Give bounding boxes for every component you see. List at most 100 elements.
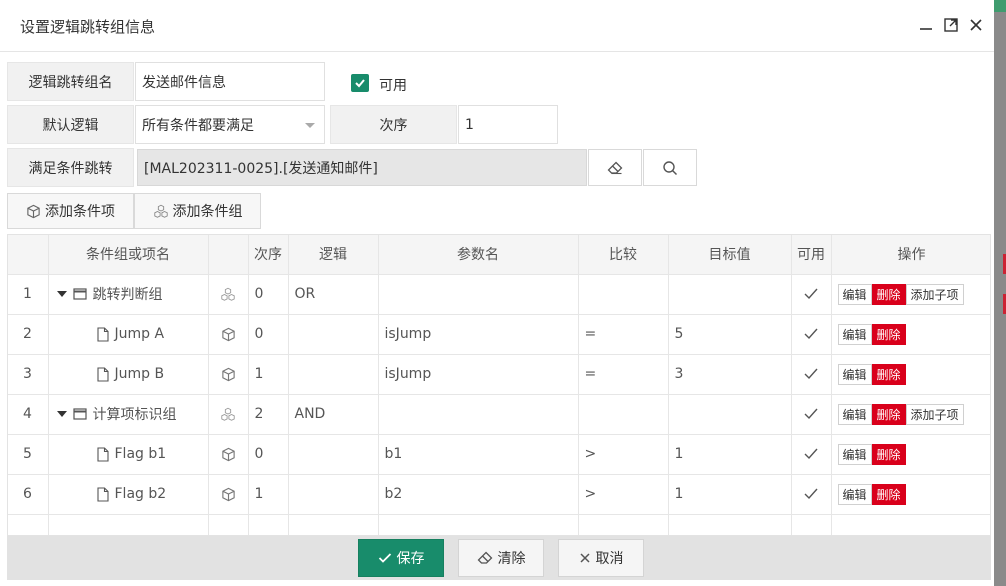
row-name-cell[interactable]: Flag b2 [48,474,209,515]
row-order: 1 [248,354,289,395]
row-name-cell[interactable]: Jump B [48,354,209,395]
search-jump-button[interactable] [643,149,697,186]
delete-button[interactable]: 删除 [871,323,906,345]
conditions-grid: 条件组或项名 次序 逻辑 参数名 比较 目标值 可用 操作 1 跳转判断组 0 OR 编… [7,234,991,536]
file-icon [96,326,109,342]
edit-button[interactable]: 编辑 [837,483,872,505]
row-type-cell [208,474,249,515]
clear-button[interactable]: 清除 [458,539,544,577]
col-header-compare[interactable]: 比较 [578,235,669,275]
row-logic [288,354,379,395]
edit-button[interactable]: 编辑 [837,403,872,425]
table-row[interactable]: 6 Flag b2 1 b2 >1 编辑 删除 [8,474,990,515]
check-icon [803,407,819,421]
group-folder-icon [72,408,87,420]
default-logic-value: 所有条件都要满足 [142,117,254,134]
delete-button[interactable]: 删除 [871,443,906,465]
row-param [378,274,579,315]
table-row[interactable]: 1 跳转判断组 0 OR 编辑 删除 添加子项 [8,274,990,315]
row-index: 3 [8,354,49,395]
file-icon [96,366,109,382]
row-target: 3 [668,354,792,395]
order-input[interactable]: 1 [458,105,558,144]
edit-button[interactable]: 编辑 [837,443,872,465]
add-child-button[interactable]: 添加子项 [905,403,964,425]
table-row[interactable]: 2 Jump A 0 isJump = 5 编辑 删除 [8,314,990,355]
table-row[interactable]: 4 计算项标识组 2 AND 编辑 删除 添加子项 [8,394,990,435]
row-compare: = [578,314,669,355]
cube-icon [221,487,236,502]
col-header-target[interactable]: 目标值 [668,235,792,275]
save-button[interactable]: 保存 [358,539,444,577]
cube-icon [27,204,40,218]
delete-button[interactable]: 删除 [871,363,906,385]
search-icon [663,160,678,175]
jump-target-input: [MAL202311-0025].[发送通知邮件] [137,149,587,186]
col-header-name[interactable]: 条件组或项名 [48,235,209,275]
expand-caret-icon[interactable] [56,290,67,298]
edit-button[interactable]: 编辑 [837,363,872,385]
table-row[interactable]: 3 Jump B 1 isJump = 3 编辑 删除 [8,354,990,395]
default-logic-select[interactable]: 所有条件都要满足 [135,105,325,144]
row-param: b2 [378,474,579,515]
row-index: 4 [8,394,49,435]
row-logic [288,434,379,475]
check-icon [803,367,819,381]
row-index: 5 [8,434,49,475]
col-header-enabled[interactable]: 可用 [791,235,832,275]
row-name-cell[interactable]: Jump A [48,314,209,355]
file-icon [96,446,109,462]
col-header-logic[interactable]: 逻辑 [288,235,379,275]
cubes-icon [153,204,168,218]
row-name-cell[interactable]: 跳转判断组 [48,274,209,315]
maximize-icon[interactable] [941,15,961,35]
clear-label: 清除 [497,551,526,567]
row-order: 0 [248,434,289,475]
row-compare: > [578,474,669,515]
empty-row [8,514,990,535]
minimize-icon[interactable] [916,15,936,35]
col-header-type [208,235,249,275]
check-icon [355,79,365,88]
jump-target-label: 满足条件跳转 [7,148,134,187]
delete-button[interactable]: 删除 [871,403,906,425]
row-target: 5 [668,314,792,355]
background-strip [994,0,1006,586]
group-folder-icon [72,288,87,300]
row-name: 跳转判断组 [92,287,163,303]
row-enabled [791,394,832,435]
row-actions: 编辑 删除 添加子项 [831,394,990,435]
row-name-cell[interactable]: 计算项标识组 [48,394,209,435]
row-compare [578,274,669,315]
group-name-input[interactable]: 发送邮件信息 [135,62,325,101]
edit-button[interactable]: 编辑 [837,323,872,345]
row-logic [288,314,379,355]
add-condition-group-button[interactable]: 添加条件组 [134,193,261,229]
check-icon [378,553,391,563]
check-icon [803,327,819,341]
delete-button[interactable]: 删除 [871,483,906,505]
edit-button[interactable]: 编辑 [837,283,872,305]
row-enabled [791,314,832,355]
row-order: 2 [248,394,289,435]
clear-jump-button[interactable] [588,149,642,186]
add-child-button[interactable]: 添加子项 [905,283,964,305]
delete-button[interactable]: 删除 [871,283,906,305]
row-name: Flag b2 [114,486,167,502]
close-icon[interactable] [966,15,986,35]
expand-caret-icon[interactable] [56,410,67,418]
row-index: 2 [8,314,49,355]
enabled-checkbox[interactable] [351,74,369,92]
row-logic: AND [288,394,379,435]
add-condition-item-button[interactable]: 添加条件项 [7,193,134,229]
row-name: 计算项标识组 [92,407,177,423]
col-header-index [8,235,49,275]
col-header-order[interactable]: 次序 [248,235,289,275]
table-row[interactable]: 5 Flag b1 0 b1 >1 编辑 删除 [8,434,990,475]
row-target [668,274,792,315]
cancel-button[interactable]: 取消 [558,539,644,577]
check-icon [803,487,819,501]
row-name-cell[interactable]: Flag b1 [48,434,209,475]
col-header-param[interactable]: 参数名 [378,235,579,275]
row-enabled [791,354,832,395]
